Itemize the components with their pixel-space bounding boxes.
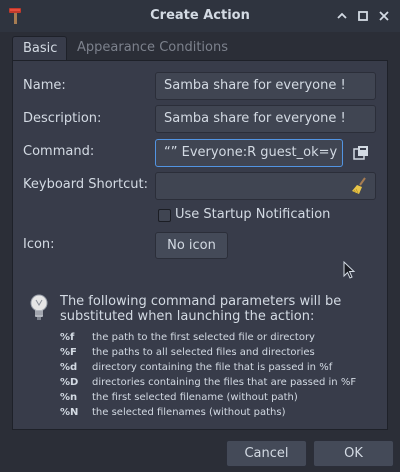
param-code: %d [60,362,78,373]
param-row: %F the paths to all selected files and d… [60,345,390,360]
param-row: %N the selected filenames (without paths… [60,405,390,420]
param-row: %D directories containing the files that… [60,375,390,390]
description-field[interactable]: Samba share for everyone ! [155,105,376,133]
lightbulb-icon [28,293,50,323]
shortcut-field[interactable] [155,172,376,200]
name-label: Name: [23,78,66,93]
param-desc: directories containing the files that ar… [92,377,357,388]
shortcut-label: Keyboard Shortcut: [23,177,148,192]
param-desc: the selected filenames (without paths) [92,407,286,418]
cancel-button[interactable]: Cancel [226,440,307,467]
param-code: %N [60,407,79,418]
title-bar[interactable]: Create Action [0,0,400,32]
tab-appearance-conditions[interactable]: Appearance Conditions [67,36,238,61]
param-code: %F [60,347,77,358]
param-desc: the path to the first selected file or d… [92,332,315,343]
param-row: %n the first selected filename (without … [60,390,390,405]
browse-button[interactable] [347,139,375,167]
broom-icon[interactable] [351,177,369,195]
minimize-button[interactable] [333,7,351,25]
browse-icon [353,146,368,160]
param-code: %n [60,392,78,403]
ok-button[interactable]: OK [313,440,394,467]
command-field[interactable]: “” Everyone:R guest_ok=y [155,139,343,167]
close-button[interactable] [375,7,393,25]
close-icon [379,11,389,21]
chevron-up-icon [337,12,347,19]
param-row: %d directory containing the file that is… [60,360,390,375]
parameters-list: %f the path to the first selected file o… [60,330,390,420]
tab-basic[interactable]: Basic [12,36,67,61]
startup-notification-label: Use Startup Notification [175,207,331,222]
param-row: %f the path to the first selected file o… [60,330,390,345]
mouse-cursor-icon [343,260,357,281]
maximize-button[interactable] [354,7,372,25]
square-icon [358,11,368,21]
param-desc: directory containing the file that is pa… [92,362,333,373]
icon-select-button[interactable]: No icon [155,232,228,259]
param-code: %f [60,332,75,343]
name-field[interactable]: Samba share for everyone ! [155,72,376,100]
description-label: Description: [23,111,102,126]
command-label: Command: [23,144,95,159]
param-code: %D [60,377,79,388]
startup-notification-checkbox[interactable] [158,209,171,222]
parameters-info-text: The following command parameters will be… [60,294,342,324]
param-desc: the paths to all selected files and dire… [92,347,315,358]
param-desc: the first selected filename (without pat… [92,392,298,403]
icon-label: Icon: [23,237,55,252]
